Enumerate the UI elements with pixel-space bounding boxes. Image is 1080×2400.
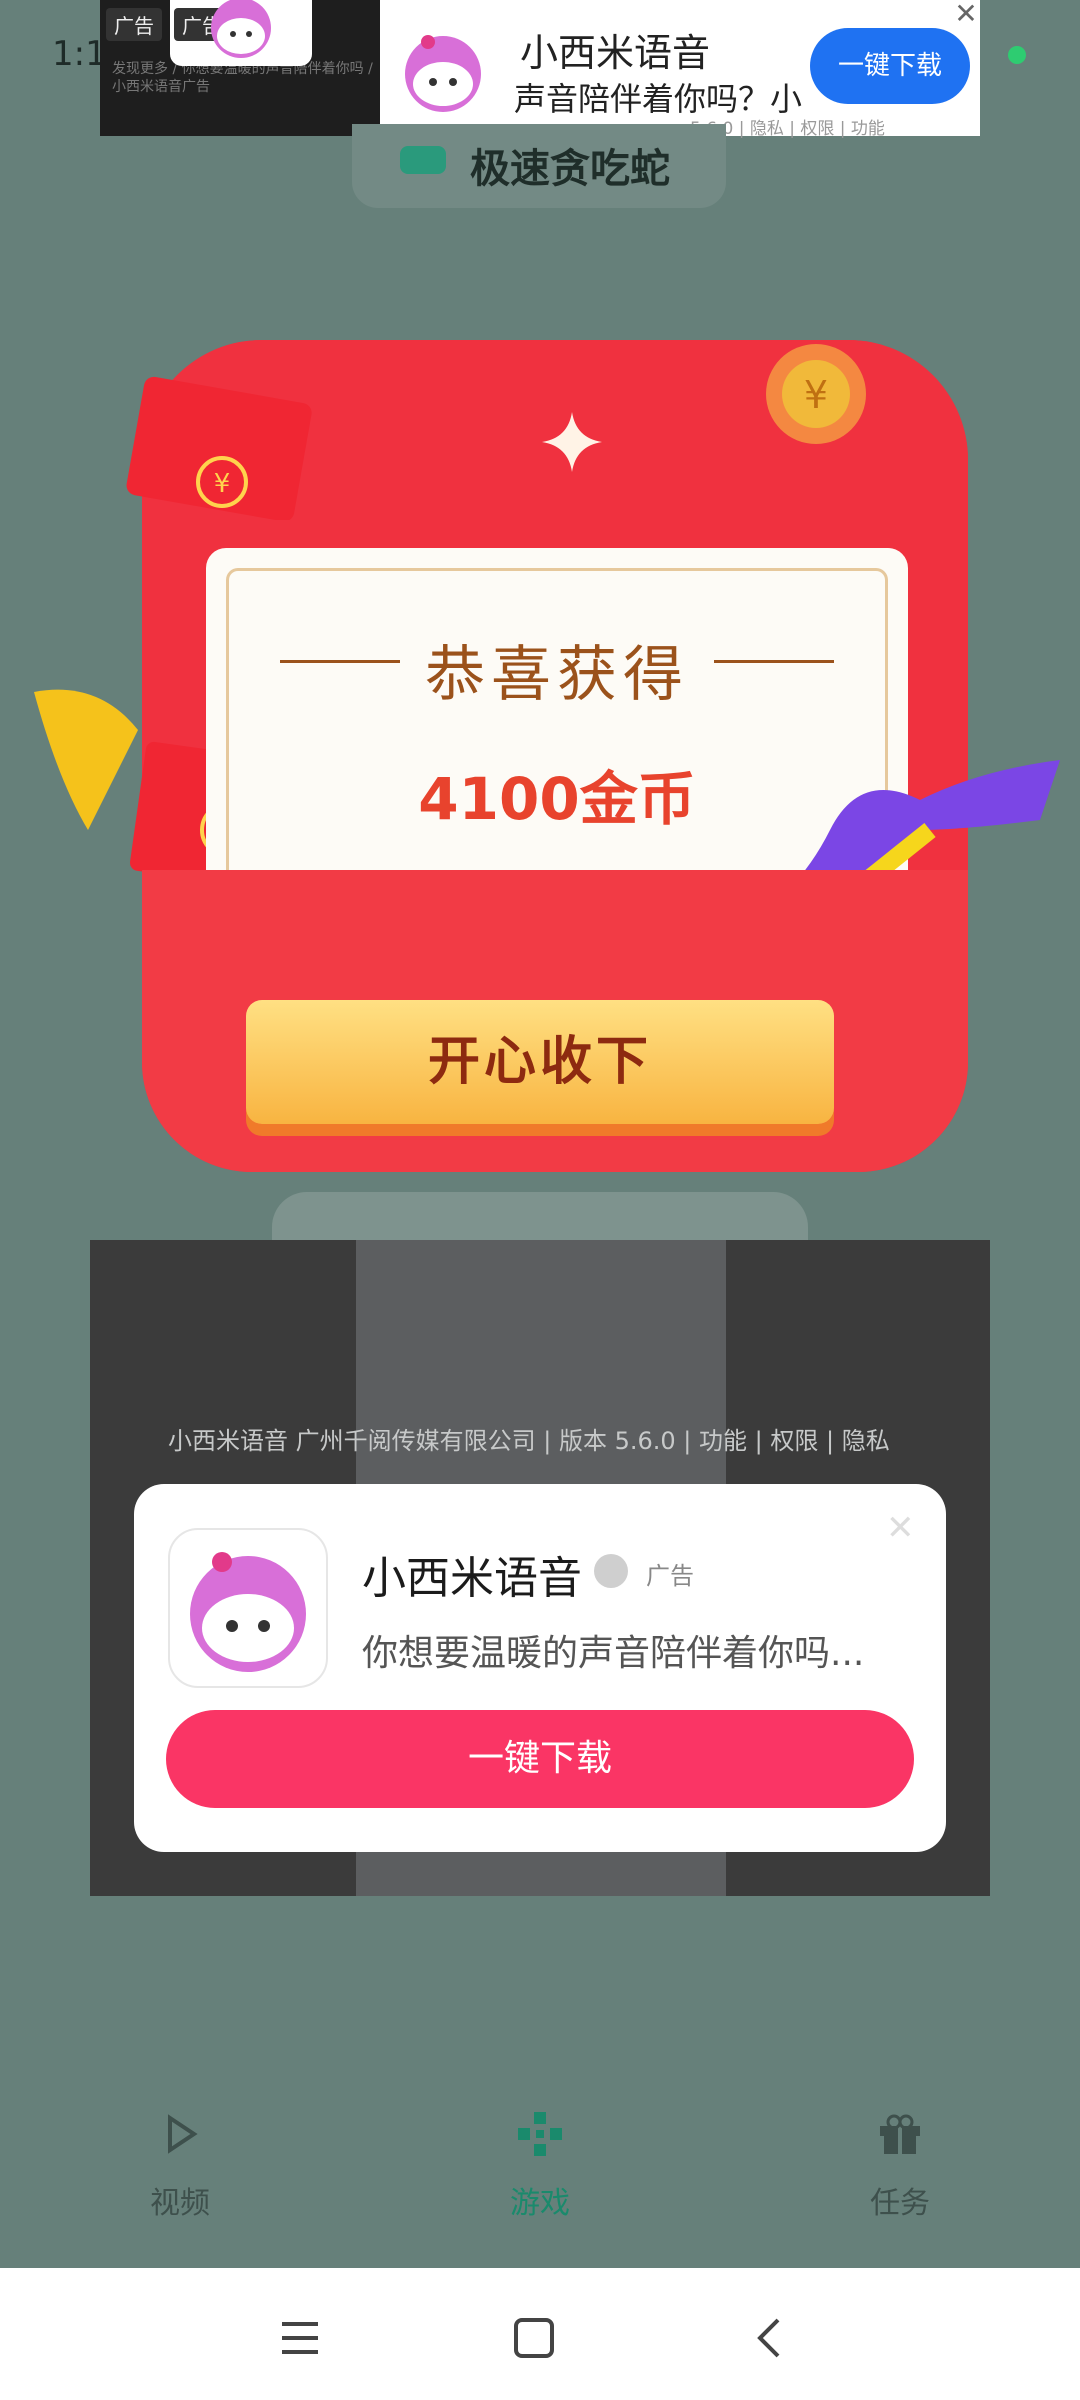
close-icon[interactable]: ✕ <box>952 0 980 28</box>
svg-text:¥: ¥ <box>214 469 231 499</box>
system-navigation-bar <box>0 2268 1080 2400</box>
ad-chip: 广告 <box>106 8 162 41</box>
status-time: 1:1 <box>52 34 107 74</box>
top-ad-banner[interactable]: 广告 发现更多 / 你想要温暖的声音陪伴着你吗 / 小西米语音广告 广告 小西米… <box>100 0 980 139</box>
play-icon <box>168 2114 198 2154</box>
accept-reward-button[interactable]: 开心收下 <box>246 1000 834 1124</box>
nav-label: 任务 <box>870 2186 930 2221</box>
sparkle-icon <box>542 412 602 472</box>
nav-item-game[interactable]: 游戏 <box>440 2110 640 2222</box>
reward-title: 恭喜获得 <box>425 640 689 710</box>
app-logo-icon <box>168 1528 328 1688</box>
nav-label: 视频 <box>150 2186 210 2221</box>
ad-description: 你想要温暖的声音陪伴着你吗... <box>362 1633 865 1674</box>
top-ad-logo-thumb: 广告 <box>170 0 312 66</box>
ad-card[interactable]: 小西米语音 广告 你想要温暖的声音陪伴着你吗... ✕ 一键下载 <box>134 1484 946 1852</box>
gamepad-icon <box>400 146 446 174</box>
close-icon[interactable]: ✕ <box>886 1508 915 1548</box>
back-icon[interactable] <box>740 2308 800 2368</box>
video-ad-caption: 小西米语音 广州千阅传媒有限公司 | 版本 5.6.0 | 功能 | 权限 | … <box>168 1427 890 1455</box>
coin-icon: ¥ <box>766 344 866 444</box>
bottom-navigation: 视频 游戏 任务 <box>0 2080 1080 2268</box>
status-dot <box>1008 46 1026 64</box>
ad-download-button[interactable]: 一键下载 <box>166 1710 914 1808</box>
top-ad-title: 小西米语音 <box>520 31 711 75</box>
nav-label: 游戏 <box>510 2186 570 2221</box>
game-icon <box>518 2112 562 2156</box>
ad-label: 广告 <box>646 1562 694 1590</box>
gift-icon <box>880 2114 920 2154</box>
ad-app-title: 小西米语音 <box>362 1553 582 1604</box>
nav-item-video[interactable]: 视频 <box>80 2110 280 2222</box>
app-logo-icon <box>405 35 481 112</box>
top-ad-download-button[interactable]: 一键下载 <box>810 28 970 104</box>
mini-red-envelope-icon: ¥ <box>126 376 312 520</box>
menu-icon[interactable] <box>270 2308 330 2368</box>
home-icon[interactable] <box>504 2308 564 2368</box>
nav-item-tasks[interactable]: 任务 <box>800 2110 1000 2222</box>
verified-icon <box>594 1554 628 1588</box>
game-title: 极速贪吃蛇 <box>470 146 670 192</box>
mascot-icon <box>211 0 271 58</box>
game-title-chip[interactable]: 极速贪吃蛇 <box>352 124 726 208</box>
svg-text:¥: ¥ <box>804 373 828 417</box>
